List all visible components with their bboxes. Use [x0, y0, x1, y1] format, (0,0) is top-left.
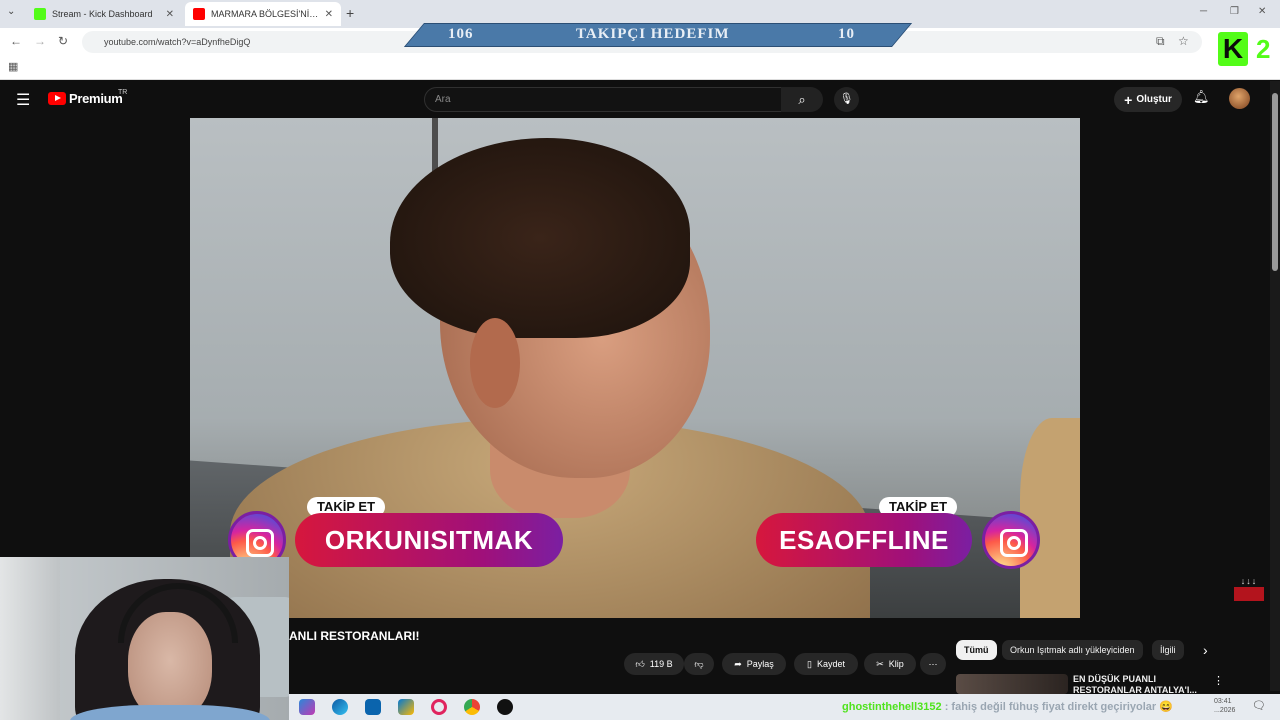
store-icon[interactable]	[398, 699, 414, 715]
instagram-handle-left: ORKUNISITMAK	[295, 513, 563, 567]
scissors-icon: ✂	[876, 658, 884, 669]
system-clock[interactable]: 03:41 ...2026	[1214, 697, 1235, 715]
goal-label: TAKIPÇI HEDEFIM	[576, 26, 730, 42]
scrollbar-thumb[interactable]	[1272, 93, 1278, 271]
like-button[interactable]: 👍︎ 119 B	[624, 653, 684, 675]
save-label: Kaydet	[816, 659, 845, 669]
video-title: ANLI RESTORANLARI!	[289, 629, 420, 643]
create-button[interactable]: + Oluştur	[1114, 87, 1182, 112]
video-player[interactable]: TAKİP ET ORKUNISITMAK TAKİP ET ESAOFFLIN…	[190, 118, 1080, 618]
goal-current: 106	[448, 26, 474, 42]
outlook-icon[interactable]	[365, 699, 381, 715]
video-scene-ear	[470, 318, 520, 408]
tab-label: Stream - Kick Dashboard	[52, 9, 153, 19]
clip-button[interactable]: ✂ Klip	[864, 653, 916, 675]
reload-icon[interactable]: ↻	[58, 34, 68, 48]
more-icon: ⋯	[928, 658, 938, 669]
screen: ⌄ Stream - Kick Dashboard ✕ MARMARA BÖLG…	[0, 0, 1280, 720]
youtube-brand: Premium	[69, 91, 123, 106]
thumbs-down-icon: 👎︎	[694, 658, 704, 669]
subscribe-watermark-box	[1234, 587, 1264, 601]
chrome-icon[interactable]	[464, 699, 480, 715]
bookmarks-bar: ▦	[0, 56, 1280, 80]
chat-text: : fahiş değil fühuş fiyat direkt geçiriy…	[944, 701, 1173, 713]
plus-icon: +	[1124, 91, 1133, 108]
tab-kick-dashboard[interactable]: Stream - Kick Dashboard ✕	[26, 2, 182, 26]
close-icon[interactable]: ✕	[325, 9, 333, 20]
webcam-curtain	[0, 557, 60, 720]
kick-favicon-icon	[34, 8, 46, 20]
down-arrows-icon: ↓↓↓	[1240, 576, 1258, 586]
page-scrollbar[interactable]	[1270, 81, 1280, 691]
voice-search-button[interactable]: 🎙	[834, 87, 859, 112]
search-icon: ⌕	[798, 92, 806, 107]
tab-label: MARMARA BÖLGESİ'NİN EN D...	[211, 9, 321, 19]
dislike-button[interactable]: 👎︎	[684, 653, 714, 675]
region-code: TR	[118, 89, 128, 96]
notification-center-icon[interactable]: 🗨︎	[1252, 699, 1266, 712]
clock-date: ...2026	[1214, 707, 1236, 714]
minimize-icon[interactable]: ─	[1200, 6, 1207, 17]
chip-related[interactable]: İlgili	[1152, 640, 1184, 660]
subscribe-watermark[interactable]: ↓↓↓	[1234, 576, 1264, 604]
kebab-menu-icon[interactable]: ⋮	[1213, 674, 1224, 687]
kick-logo-icon: K	[1218, 32, 1248, 66]
url-text: youtube.com/watch?v=aDynfheDigQ	[104, 37, 251, 47]
new-tab-icon[interactable]: +	[346, 5, 354, 21]
instagram-handle-right: ESAOFFLINE	[756, 513, 972, 567]
follower-goal-overlay: 106 TAKIPÇI HEDEFIM 10	[403, 23, 913, 47]
share-button[interactable]: ➦ Paylaş	[722, 653, 786, 675]
notifications-bell-icon[interactable]: 🔔︎	[1193, 89, 1210, 105]
chip-all[interactable]: Tümü	[956, 640, 997, 660]
forward-icon[interactable]: →	[34, 34, 46, 48]
youtube-favicon-icon	[193, 8, 205, 20]
goal-target: 10	[838, 26, 855, 42]
share-label: Paylaş	[746, 659, 774, 669]
thumbs-up-icon: 👍︎	[635, 658, 645, 669]
youtube-play-icon	[48, 92, 66, 105]
chevron-right-icon[interactable]: ›	[1203, 642, 1208, 658]
clock-time: 03:41	[1214, 698, 1232, 705]
chat-username: ghostinthehell3152	[842, 701, 942, 713]
instagram-icon	[982, 511, 1040, 569]
close-icon[interactable]: ✕	[166, 9, 174, 20]
bookmark-star-icon[interactable]: ☆	[1178, 34, 1189, 48]
webcam-overlay	[0, 557, 289, 720]
install-app-icon[interactable]: ⧉	[1156, 34, 1165, 49]
youtube-header: ☰ Premium TR Ara ⌕ 🎙 + Oluştur 🔔︎	[0, 81, 1270, 118]
video-scene-hair	[390, 138, 690, 338]
opera-icon[interactable]	[431, 699, 447, 715]
bookmark-icon: ▯	[807, 658, 812, 669]
save-button[interactable]: ▯ Kaydet	[794, 653, 858, 675]
kick-badge-number: 2	[1256, 34, 1271, 64]
search-placeholder: Ara	[435, 94, 451, 105]
kick-badge: K 2	[1216, 32, 1280, 68]
clip-label: Klip	[888, 659, 904, 669]
like-count: 119 B	[649, 659, 673, 669]
search-input[interactable]: Ara	[424, 87, 782, 112]
youtube-logo[interactable]: Premium	[48, 91, 123, 106]
chat-message-overlay: ghostinthehell3152 : fahiş değil fühuş f…	[842, 700, 1173, 713]
share-icon: ➦	[734, 658, 742, 669]
apps-grid-icon[interactable]: ▦	[8, 60, 18, 73]
tab-youtube-video[interactable]: MARMARA BÖLGESİ'NİN EN D... ✕	[185, 2, 341, 26]
back-icon[interactable]: ←	[10, 34, 22, 48]
account-avatar[interactable]	[1229, 88, 1250, 109]
more-actions-button[interactable]: ⋯	[920, 653, 946, 675]
tab-search-icon[interactable]: ⌄	[7, 6, 15, 17]
recommendation-thumbnail[interactable]	[956, 674, 1068, 694]
create-label: Oluştur	[1136, 94, 1172, 105]
mic-icon: 🎙	[839, 93, 854, 105]
restore-icon[interactable]: ❐	[1230, 6, 1239, 17]
menu-icon[interactable]: ☰	[16, 90, 30, 110]
recommendation-title[interactable]: EN DÜŞÜK PUANLI RESTORANLAR ANTALYA'I...	[1073, 674, 1203, 696]
close-window-icon[interactable]: ✕	[1258, 6, 1266, 17]
chip-uploader[interactable]: Orkun Işıtmak adlı yükleyiciden	[1002, 640, 1143, 660]
obs-icon[interactable]	[497, 699, 513, 715]
edge-icon[interactable]	[332, 699, 348, 715]
copilot-icon[interactable]	[299, 699, 315, 715]
search-button[interactable]: ⌕	[781, 87, 823, 112]
